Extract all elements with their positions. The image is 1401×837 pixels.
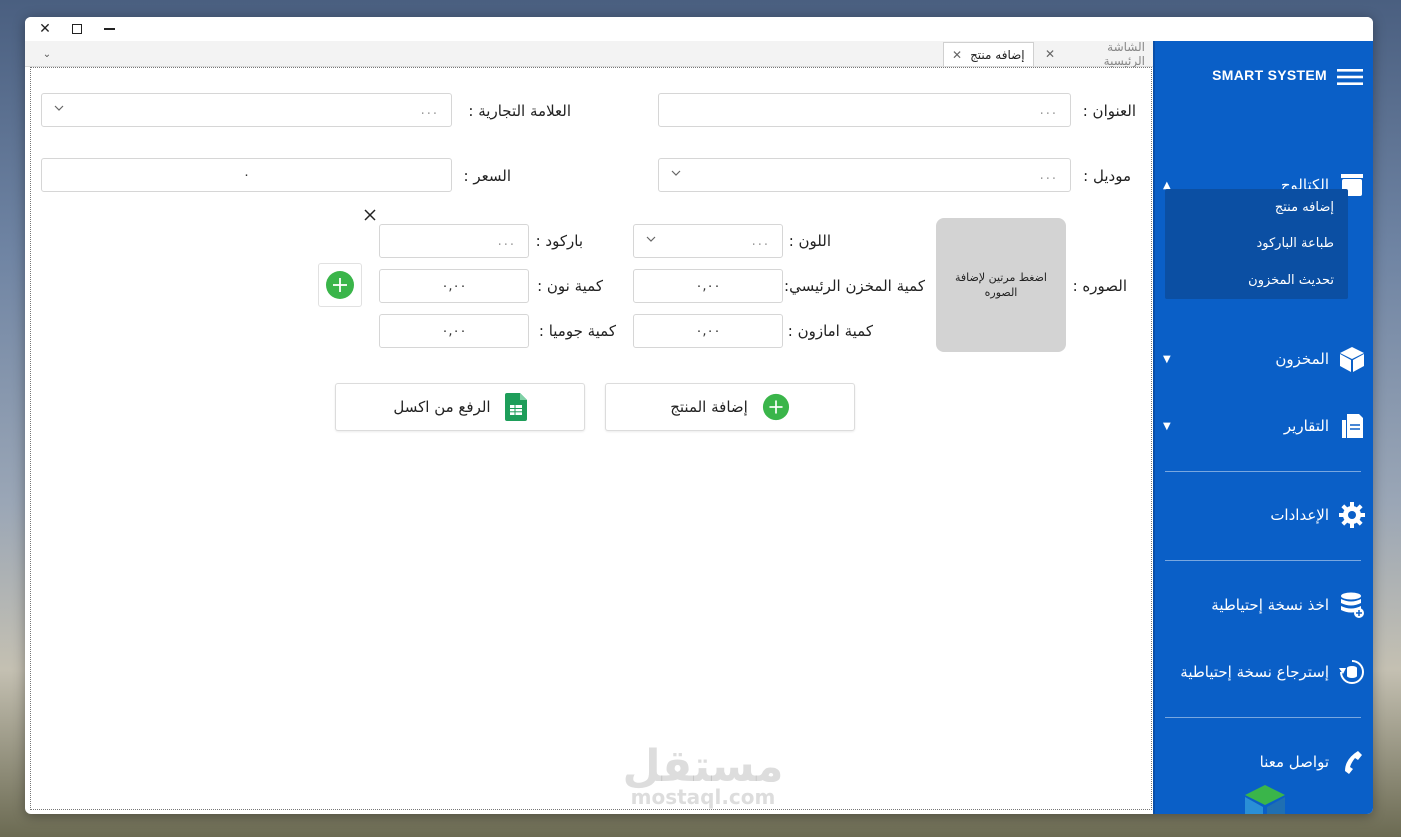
minimize-window-button[interactable] — [99, 20, 119, 38]
tab-home[interactable]: الشاشة الرئيسية ✕ — [1037, 40, 1153, 68]
price-label: السعر : — [463, 167, 511, 185]
title-input[interactable]: ... — [658, 93, 1071, 127]
add-variant-button[interactable] — [318, 263, 362, 307]
noon-input[interactable]: ٠,٠٠ — [379, 269, 529, 303]
brand-select[interactable]: ... — [41, 93, 452, 127]
tab-add-product-close-icon[interactable]: ✕ — [952, 48, 962, 62]
chevron-down-icon — [54, 105, 64, 111]
sidebar-item-settings-label: الإعدادات — [1270, 506, 1329, 524]
barcode-input[interactable]: ... — [379, 224, 529, 258]
database-plus-icon — [1339, 592, 1365, 618]
plus-circle-icon — [326, 271, 354, 299]
hamburger-menu-button[interactable] — [1337, 67, 1363, 87]
maximize-window-button[interactable] — [67, 20, 87, 38]
image-dropzone-hint: اضغط مرتين لإضافة الصوره — [955, 270, 1047, 299]
model-select-placeholder: ... — [1039, 167, 1058, 183]
sidebar-item-inventory[interactable]: المخزون ▼ — [1155, 341, 1373, 377]
amazon-input[interactable]: ٠,٠٠ — [633, 314, 783, 348]
brand-select-placeholder: ... — [420, 102, 439, 118]
watermark-arabic: مستقل — [622, 741, 784, 792]
color-label: اللون : — [788, 232, 831, 250]
sidebar-divider — [1165, 717, 1361, 718]
color-select-placeholder: ... — [751, 233, 770, 249]
sidebar-item-backup[interactable]: اخذ نسخة إحتياطية — [1155, 587, 1373, 623]
add-product-form: العنوان : ... العلامة التجارية : ... مود… — [30, 67, 1152, 810]
catalog-submenu: إضافه منتج طباعة الباركود تحديث المخزون — [1165, 189, 1348, 299]
spreadsheet-icon — [504, 393, 527, 421]
close-icon — [364, 209, 376, 221]
box-icon — [1339, 346, 1365, 372]
noon-label: كمية نون : — [537, 277, 603, 295]
excel-upload-button[interactable]: الرفع من اكسل — [335, 383, 585, 431]
tab-strip: ⌄ الشاشة الرئيسية ✕ إضافه منتج ✕ — [25, 40, 1153, 68]
title-label: العنوان : — [1082, 102, 1136, 120]
model-label: موديل : — [1083, 167, 1131, 185]
caret-down-icon: ▼ — [1163, 420, 1171, 432]
submenu-item-update-stock[interactable]: تحديث المخزون — [1248, 273, 1334, 288]
excel-upload-button-label: الرفع من اكسل — [393, 398, 491, 416]
sidebar-item-restore-label: إسترجاع نسخة إحتياطية — [1180, 663, 1329, 681]
image-label: الصوره : — [1072, 277, 1127, 295]
tab-add-product-label: إضافه منتج — [970, 47, 1025, 62]
sidebar-item-restore[interactable]: إسترجاع نسخة إحتياطية — [1155, 654, 1373, 690]
phone-icon — [1339, 749, 1365, 775]
database-restore-icon — [1339, 659, 1365, 685]
gear-icon — [1339, 502, 1365, 528]
app-title: SMART SYSTEM — [1212, 67, 1327, 83]
watermark-latin: mostaql.com — [630, 785, 776, 809]
sidebar-item-contact-label: تواصل معنا — [1259, 753, 1329, 771]
chevron-down-icon — [646, 236, 656, 242]
sidebar-item-reports[interactable]: التقارير ▼ — [1155, 408, 1373, 444]
tab-home-label: الشاشة الرئيسية — [1103, 40, 1145, 68]
sidebar-item-settings[interactable]: الإعدادات — [1155, 497, 1373, 533]
title-bar: ✕ — [25, 17, 1373, 41]
watermark: مستقل mostaql.com — [613, 741, 793, 810]
caret-down-icon: ▼ — [1163, 353, 1171, 365]
chevron-down-icon — [671, 170, 681, 176]
report-icon — [1339, 413, 1365, 439]
sidebar-divider — [1165, 560, 1361, 561]
maximize-icon — [72, 24, 82, 34]
main-stock-input[interactable]: ٠,٠٠ — [633, 269, 783, 303]
brand-label: العلامة التجارية : — [468, 102, 571, 120]
submenu-item-add-product[interactable]: إضافه منتج — [1275, 200, 1334, 215]
hamburger-icon — [1337, 69, 1363, 85]
submenu-item-print-barcode[interactable]: طباعة الباركود — [1256, 236, 1334, 251]
tab-home-close-icon[interactable]: ✕ — [1045, 47, 1055, 61]
minimize-icon — [103, 28, 115, 30]
image-dropzone[interactable]: اضغط مرتين لإضافة الصوره — [936, 218, 1066, 352]
sidebar-item-backup-label: اخذ نسخة إحتياطية — [1211, 596, 1329, 614]
sidebar-divider — [1165, 471, 1361, 472]
main-stock-label: كمية المخزن الرئيسي: — [784, 277, 925, 295]
sidebar: SMART SYSTEM الكتالوج ▲ إضافه منتج طباعة… — [1153, 41, 1373, 814]
sidebar-item-inventory-label: المخزون — [1275, 350, 1329, 368]
plus-circle-icon — [762, 393, 789, 421]
amazon-label: كمية امازون : — [787, 322, 873, 340]
add-product-button[interactable]: إضافة المنتج — [605, 383, 855, 431]
tab-add-product[interactable]: إضافه منتج ✕ — [943, 42, 1034, 66]
app-logo — [1237, 785, 1293, 814]
jumia-label: كمية جوميا : — [538, 322, 616, 340]
logo-icon — [1245, 785, 1285, 814]
jumia-input[interactable]: ٠,٠٠ — [379, 314, 529, 348]
add-product-button-label: إضافة المنتج — [670, 398, 748, 416]
color-select[interactable]: ... — [633, 224, 783, 258]
sidebar-item-contact[interactable]: تواصل معنا — [1155, 744, 1373, 780]
barcode-label: باركود : — [535, 232, 583, 250]
app-window: ✕ ⌄ الشاشة الرئيسية ✕ إضافه منتج ✕ العنو… — [25, 17, 1373, 814]
price-input[interactable]: ٠ — [41, 158, 452, 192]
close-window-button[interactable]: ✕ — [35, 20, 55, 38]
tab-list-dropdown[interactable]: ⌄ — [37, 45, 57, 63]
remove-variant-button[interactable] — [363, 207, 377, 221]
sidebar-item-reports-label: التقارير — [1283, 417, 1329, 435]
model-select[interactable]: ... — [658, 158, 1071, 192]
